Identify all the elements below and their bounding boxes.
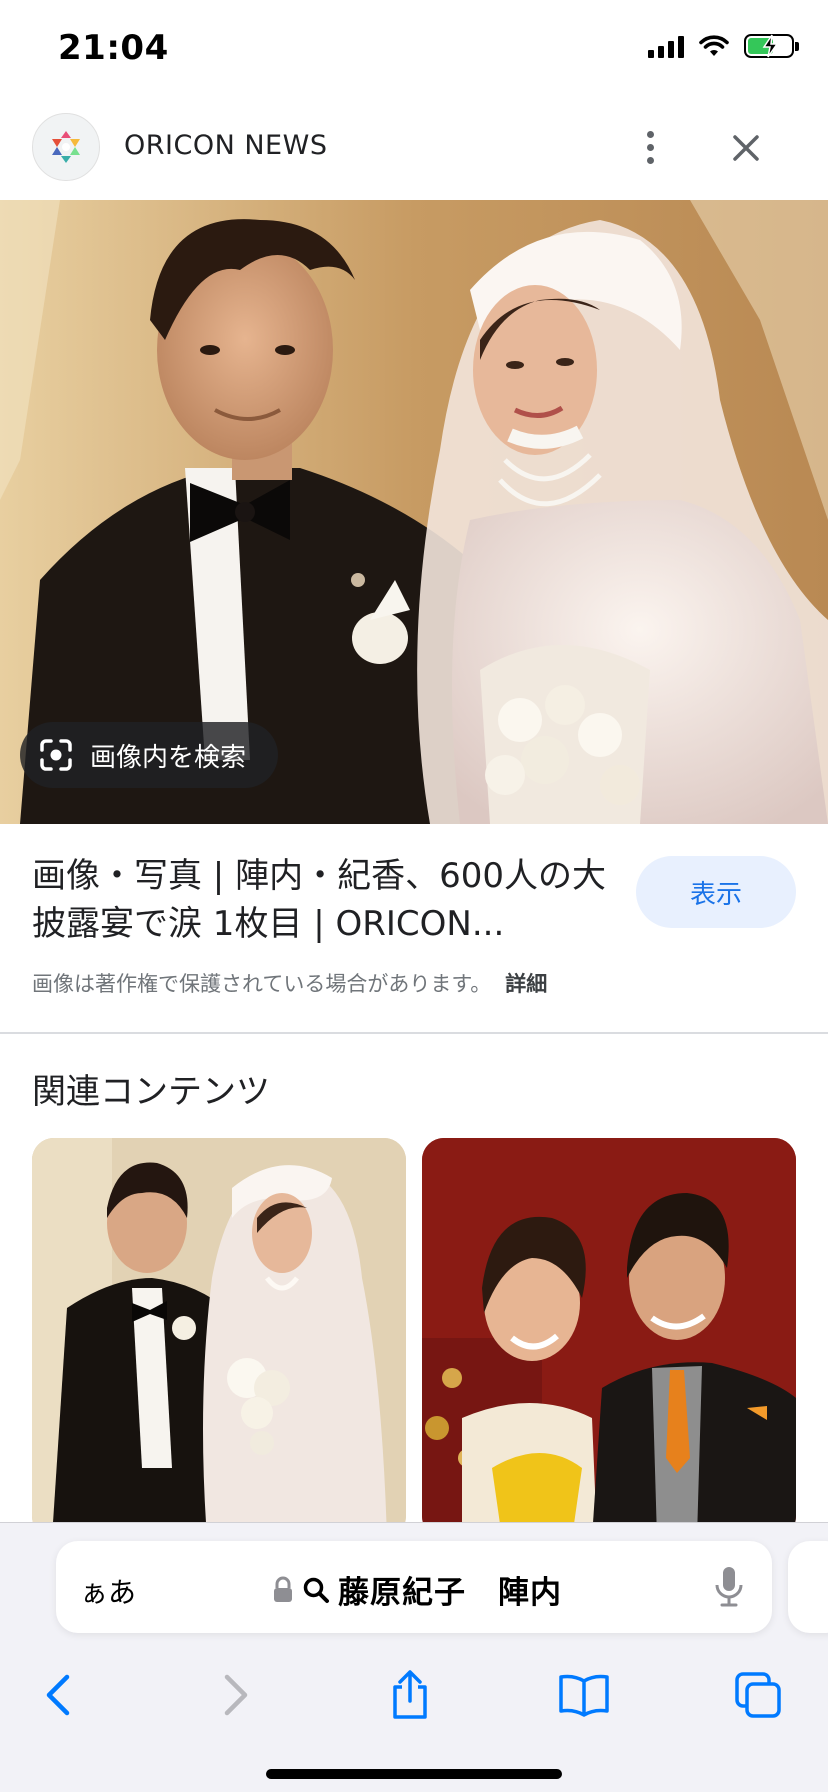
bookmarks-button[interactable]	[554, 1665, 614, 1725]
wifi-icon	[699, 35, 729, 56]
tabs-button[interactable]	[728, 1665, 788, 1725]
chevron-left-icon	[46, 1674, 70, 1716]
close-icon[interactable]	[726, 128, 766, 168]
related-thumbnail-1[interactable]	[32, 1138, 406, 1538]
battery-icon	[744, 34, 799, 58]
tabs-icon	[735, 1672, 781, 1718]
main-photo[interactable]: 画像内を検索	[0, 200, 828, 824]
site-name[interactable]: ORICON NEWS	[124, 130, 327, 161]
search-icon	[303, 1577, 329, 1603]
oricon-logo-icon[interactable]	[32, 113, 100, 181]
view-button[interactable]: 表示	[636, 856, 796, 928]
related-content-heading: 関連コンテンツ	[32, 1072, 270, 1112]
text-size-button[interactable]: ぁあ	[80, 1571, 136, 1611]
browser-bottom-bar: ぁあ 藤原紀子 陣内	[0, 1522, 828, 1792]
chevron-right-icon	[224, 1674, 248, 1716]
search-in-image-label: 画像内を検索	[90, 742, 247, 773]
copyright-text: 画像は著作権で保護されている場合があります。	[32, 972, 492, 996]
url-display[interactable]: 藤原紀子 陣内	[272, 1567, 562, 1612]
status-icons	[648, 34, 799, 58]
forward-button[interactable]	[206, 1665, 266, 1725]
section-divider	[0, 1032, 828, 1034]
status-time: 21:04	[58, 28, 169, 68]
copyright-notice: 画像は著作権で保護されている場合があります。 詳細	[32, 968, 547, 998]
search-in-image-button[interactable]: 画像内を検索	[20, 722, 279, 788]
share-button[interactable]	[380, 1665, 440, 1725]
back-button[interactable]	[28, 1665, 88, 1725]
source-header: ORICON NEWS	[0, 100, 828, 200]
address-bar[interactable]: ぁあ 藤原紀子 陣内	[56, 1541, 772, 1633]
browser-toolbar	[0, 1655, 828, 1735]
book-icon	[559, 1674, 609, 1717]
result-title[interactable]: 画像・写真 | 陣内・紀香、600人の大披露宴で涙 1枚目 | ORICON..…	[32, 852, 612, 948]
more-options-icon[interactable]	[630, 122, 670, 172]
next-tab-peek[interactable]	[788, 1541, 828, 1633]
lock-icon	[274, 1576, 292, 1602]
url-text: 藤原紀子 陣内	[338, 1575, 562, 1611]
related-thumbnail-2[interactable]	[422, 1138, 796, 1538]
cellular-signal-icon	[648, 34, 684, 58]
status-bar: 21:04	[0, 0, 828, 100]
google-lens-icon	[40, 739, 72, 771]
microphone-icon[interactable]	[714, 1565, 744, 1609]
share-icon	[393, 1670, 427, 1719]
details-link[interactable]: 詳細	[505, 972, 547, 996]
home-indicator	[266, 1769, 562, 1779]
